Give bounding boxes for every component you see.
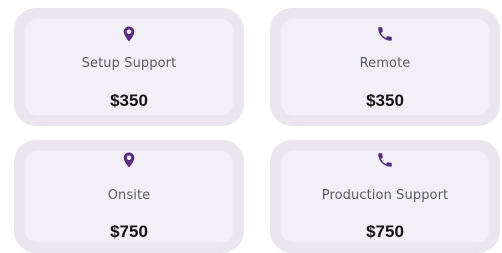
card-label: Remote <box>359 56 411 71</box>
phone-icon <box>376 25 394 43</box>
card-label: Onsite <box>107 188 151 203</box>
card-price: $350 <box>366 91 404 110</box>
card-price: $750 <box>110 222 148 241</box>
phone-icon <box>376 151 394 169</box>
map-pin-icon <box>120 25 138 43</box>
pricing-card-onsite[interactable]: Onsite $750 <box>14 140 244 253</box>
card-label: Setup Support <box>81 56 177 71</box>
heading-fragment <box>0 0 502 6</box>
map-pin-icon <box>120 151 138 169</box>
card-price: $350 <box>110 91 148 110</box>
pricing-card-production-support[interactable]: Production Support $750 <box>270 140 500 253</box>
pricing-grid: Setup Support $350 Remote $350 Onsite $7… <box>0 0 502 253</box>
pricing-card-setup-support[interactable]: Setup Support $350 <box>14 8 244 126</box>
card-label: Production Support <box>321 188 449 203</box>
pricing-card-remote[interactable]: Remote $350 <box>270 8 500 126</box>
card-price: $750 <box>366 222 404 241</box>
